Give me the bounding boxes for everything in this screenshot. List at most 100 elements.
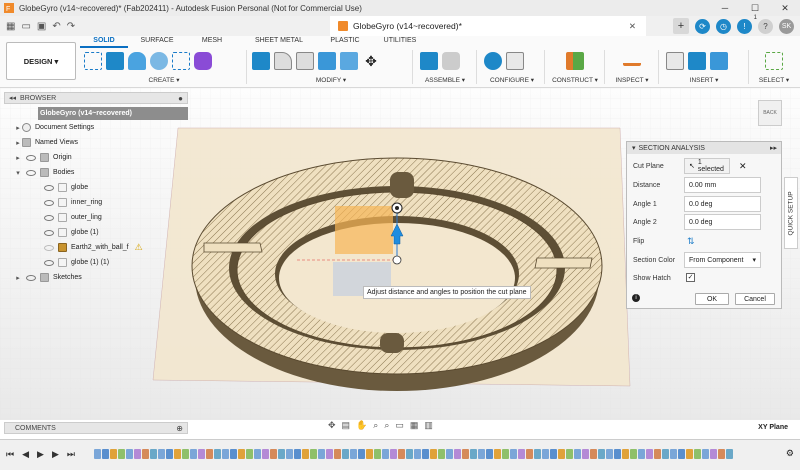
combine-icon[interactable]: [340, 52, 358, 70]
timeline-feature-icon[interactable]: [382, 449, 389, 459]
timeline-feature-icon[interactable]: [150, 449, 157, 459]
press-pull-icon[interactable]: [252, 52, 270, 70]
extensions-icon[interactable]: ⟳: [695, 18, 710, 34]
expand-panel-icon[interactable]: ▸▸: [770, 144, 777, 152]
timeline-feature-icon[interactable]: [334, 449, 341, 459]
browser-item-bodies[interactable]: ▾ Bodies: [4, 165, 188, 180]
timeline-feature-icon[interactable]: [326, 449, 333, 459]
timeline-feature-icon[interactable]: [366, 449, 373, 459]
file-icon[interactable]: ▭: [21, 21, 30, 32]
collapse-arrow-icon[interactable]: ▾: [14, 169, 22, 177]
timeline-feature-icon[interactable]: [310, 449, 317, 459]
grid-settings-icon[interactable]: ▦: [410, 420, 419, 431]
close-window-button[interactable]: ✕: [770, 0, 800, 16]
close-tab-icon[interactable]: ✕: [629, 21, 636, 32]
info-icon[interactable]: i: [632, 294, 640, 302]
browser-root-row[interactable]: GlobeGyro (v14~recovered): [38, 107, 188, 120]
offset-plane-icon[interactable]: [566, 52, 584, 70]
timeline-feature-icon[interactable]: [126, 449, 133, 459]
visibility-eye-icon[interactable]: [26, 274, 36, 281]
timeline-feature-icon[interactable]: [302, 449, 309, 459]
cancel-button[interactable]: Cancel: [735, 293, 775, 305]
tab-utilities[interactable]: UTILITIES: [370, 36, 430, 48]
assemble-menu[interactable]: ASSEMBLE ▾: [420, 76, 470, 84]
add-comment-icon[interactable]: ⊕: [176, 424, 183, 433]
timeline-feature-icon[interactable]: [662, 449, 669, 459]
configure-table-icon[interactable]: [506, 52, 524, 70]
save-icon[interactable]: ▣: [37, 21, 46, 32]
revolve-icon[interactable]: [128, 52, 146, 70]
move-icon[interactable]: ✥: [362, 52, 380, 70]
fit-icon[interactable]: ⌕: [384, 420, 389, 431]
modify-menu[interactable]: MODIFY ▾: [252, 76, 410, 84]
insert-menu[interactable]: INSERT ▾: [666, 76, 742, 84]
browser-item-globe[interactable]: globe: [4, 180, 188, 195]
timeline-feature-icon[interactable]: [614, 449, 621, 459]
look-at-icon[interactable]: ▤: [342, 420, 351, 431]
timeline-feature-icon[interactable]: [230, 449, 237, 459]
pan-icon[interactable]: ✋: [356, 420, 367, 431]
timeline-feature-icon[interactable]: [350, 449, 357, 459]
step-back-icon[interactable]: ◀: [22, 449, 29, 460]
timeline-feature-icon[interactable]: [398, 449, 405, 459]
tab-sheet-metal[interactable]: SHEET METAL: [238, 36, 320, 48]
angle2-input[interactable]: 0.0 deg: [684, 214, 761, 230]
timeline-feature-icon[interactable]: [342, 449, 349, 459]
timeline-settings-icon[interactable]: ⚙: [786, 448, 794, 459]
step-forward-icon[interactable]: ▶: [52, 449, 59, 460]
timeline-feature-icon[interactable]: [726, 449, 733, 459]
browser-item-sketches[interactable]: ▸ Sketches: [4, 270, 188, 285]
timeline-feature-icon[interactable]: [606, 449, 613, 459]
collapse-arrow-icon[interactable]: ▾: [632, 144, 636, 152]
go-to-end-icon[interactable]: ⏭: [67, 449, 75, 460]
timeline-feature-icon[interactable]: [518, 449, 525, 459]
timeline-feature-icon[interactable]: [630, 449, 637, 459]
expand-arrow-icon[interactable]: ▸: [14, 124, 22, 132]
measure-icon[interactable]: [623, 56, 641, 66]
timeline-feature-icon[interactable]: [646, 449, 653, 459]
view-cube[interactable]: BACK: [758, 100, 782, 126]
grid-menu-icon[interactable]: ▦: [6, 21, 15, 32]
timeline-feature-icon[interactable]: [582, 449, 589, 459]
insert-image-icon[interactable]: [710, 52, 728, 70]
timeline-feature-icon[interactable]: [294, 449, 301, 459]
timeline-feature-icon[interactable]: [198, 449, 205, 459]
timeline-feature-icon[interactable]: [486, 449, 493, 459]
timeline-feature-icon[interactable]: [166, 449, 173, 459]
minimize-button[interactable]: ─: [710, 0, 740, 16]
visibility-eye-icon[interactable]: [26, 154, 36, 161]
browser-item-earth2[interactable]: Earth2_with_ball_f ⚠: [4, 240, 188, 255]
browser-pin-icon[interactable]: ●: [178, 94, 183, 103]
visibility-eye-icon[interactable]: [44, 214, 54, 221]
timeline-feature-icon[interactable]: [654, 449, 661, 459]
timeline-feature-icon[interactable]: [510, 449, 517, 459]
undo-icon[interactable]: ↶: [52, 21, 60, 32]
timeline-feature-icon[interactable]: [102, 449, 109, 459]
expand-arrow-icon[interactable]: ▸: [14, 154, 22, 162]
timeline-feature-icon[interactable]: [718, 449, 725, 459]
select-window-icon[interactable]: [765, 52, 783, 70]
timeline-feature-icon[interactable]: [318, 449, 325, 459]
tab-solid[interactable]: SOLID: [80, 36, 128, 48]
timeline-feature-icon[interactable]: [622, 449, 629, 459]
timeline-feature-icon[interactable]: [270, 449, 277, 459]
shell-icon[interactable]: [318, 52, 336, 70]
select-menu[interactable]: SELECT ▾: [754, 76, 794, 84]
user-avatar[interactable]: SK: [779, 18, 794, 34]
browser-item-origin[interactable]: ▸ Origin: [4, 150, 188, 165]
insert-mcmaster-icon[interactable]: [688, 52, 706, 70]
document-tab[interactable]: GlobeGyro (v14~recovered)* ✕: [330, 16, 646, 36]
job-status-icon[interactable]: ◷: [716, 18, 731, 34]
timeline-feature-icon[interactable]: [262, 449, 269, 459]
timeline-feature-icon[interactable]: [470, 449, 477, 459]
new-tab-button[interactable]: +: [673, 18, 689, 34]
visibility-eye-icon[interactable]: [26, 169, 36, 176]
timeline-feature-icon[interactable]: [558, 449, 565, 459]
timeline-feature-icon[interactable]: [550, 449, 557, 459]
browser-header[interactable]: ◂◂ BROWSER ●: [4, 92, 188, 104]
timeline-feature-icon[interactable]: [694, 449, 701, 459]
timeline-feature-icon[interactable]: [462, 449, 469, 459]
joint-icon[interactable]: [442, 52, 460, 70]
form-icon[interactable]: [194, 52, 212, 70]
collapse-arrow-icon[interactable]: ◂◂: [9, 94, 16, 102]
